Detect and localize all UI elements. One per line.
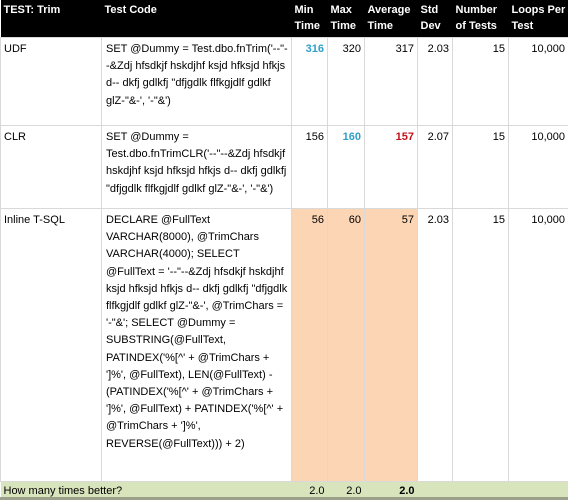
- table-row: UDF SET @Dummy = Test.dbo.fnTrim('--"--&…: [0, 37, 568, 126]
- loops-per-test-cell[interactable]: 10,000: [508, 208, 568, 482]
- average-time-cell[interactable]: 57: [364, 208, 418, 482]
- test-name-cell[interactable]: Inline T-SQL: [0, 208, 102, 482]
- test-name-cell[interactable]: CLR: [0, 125, 102, 209]
- std-dev-cell[interactable]: 2.07: [417, 125, 453, 209]
- min-time-cell[interactable]: 56: [291, 208, 328, 482]
- loops-per-test-cell[interactable]: 10,000: [508, 37, 568, 126]
- header-row: TEST: Trim Test Code Min Time Max Time A…: [0, 0, 568, 38]
- min-time-cell[interactable]: 316: [291, 37, 328, 126]
- table-row: CLR SET @Dummy = Test.dbo.fnTrimCLR('--"…: [0, 125, 568, 209]
- max-time-cell[interactable]: 320: [327, 37, 365, 126]
- average-time-cell[interactable]: 157: [364, 125, 418, 209]
- loops-per-test-cell[interactable]: 10,000: [508, 125, 568, 209]
- test-code-cell[interactable]: DECLARE @FullText VARCHAR(8000), @TrimCh…: [101, 208, 292, 482]
- std-dev-cell[interactable]: 2.03: [417, 208, 453, 482]
- header-number-of-tests: Number of Tests: [452, 0, 509, 38]
- average-time-cell[interactable]: 317: [364, 37, 418, 126]
- header-test: TEST: Trim: [0, 0, 102, 38]
- test-name-cell[interactable]: UDF: [0, 37, 102, 126]
- number-of-tests-cell[interactable]: 15: [452, 125, 509, 209]
- header-std-dev: Std Dev: [417, 0, 453, 38]
- header-average-time: Average Time: [364, 0, 418, 38]
- std-dev-cell[interactable]: 2.03: [417, 37, 453, 126]
- number-of-tests-cell[interactable]: 15: [452, 37, 509, 126]
- benchmark-table: TEST: Trim Test Code Min Time Max Time A…: [0, 0, 568, 500]
- test-code-cell[interactable]: SET @Dummy = Test.dbo.fnTrimCLR('--"--&Z…: [101, 125, 292, 209]
- test-code-cell[interactable]: SET @Dummy = Test.dbo.fnTrim('--"--&Zdj …: [101, 37, 292, 126]
- table-row: Inline T-SQL DECLARE @FullText VARCHAR(8…: [0, 208, 568, 482]
- header-loops-per-test: Loops Per Test: [508, 0, 568, 38]
- header-max-time: Max Time: [327, 0, 365, 38]
- min-time-cell[interactable]: 156: [291, 125, 328, 209]
- header-min-time: Min Time: [291, 0, 328, 38]
- number-of-tests-cell[interactable]: 15: [452, 208, 509, 482]
- header-test-code: Test Code: [101, 0, 292, 38]
- max-time-cell[interactable]: 60: [327, 208, 365, 482]
- max-time-cell[interactable]: 160: [327, 125, 365, 209]
